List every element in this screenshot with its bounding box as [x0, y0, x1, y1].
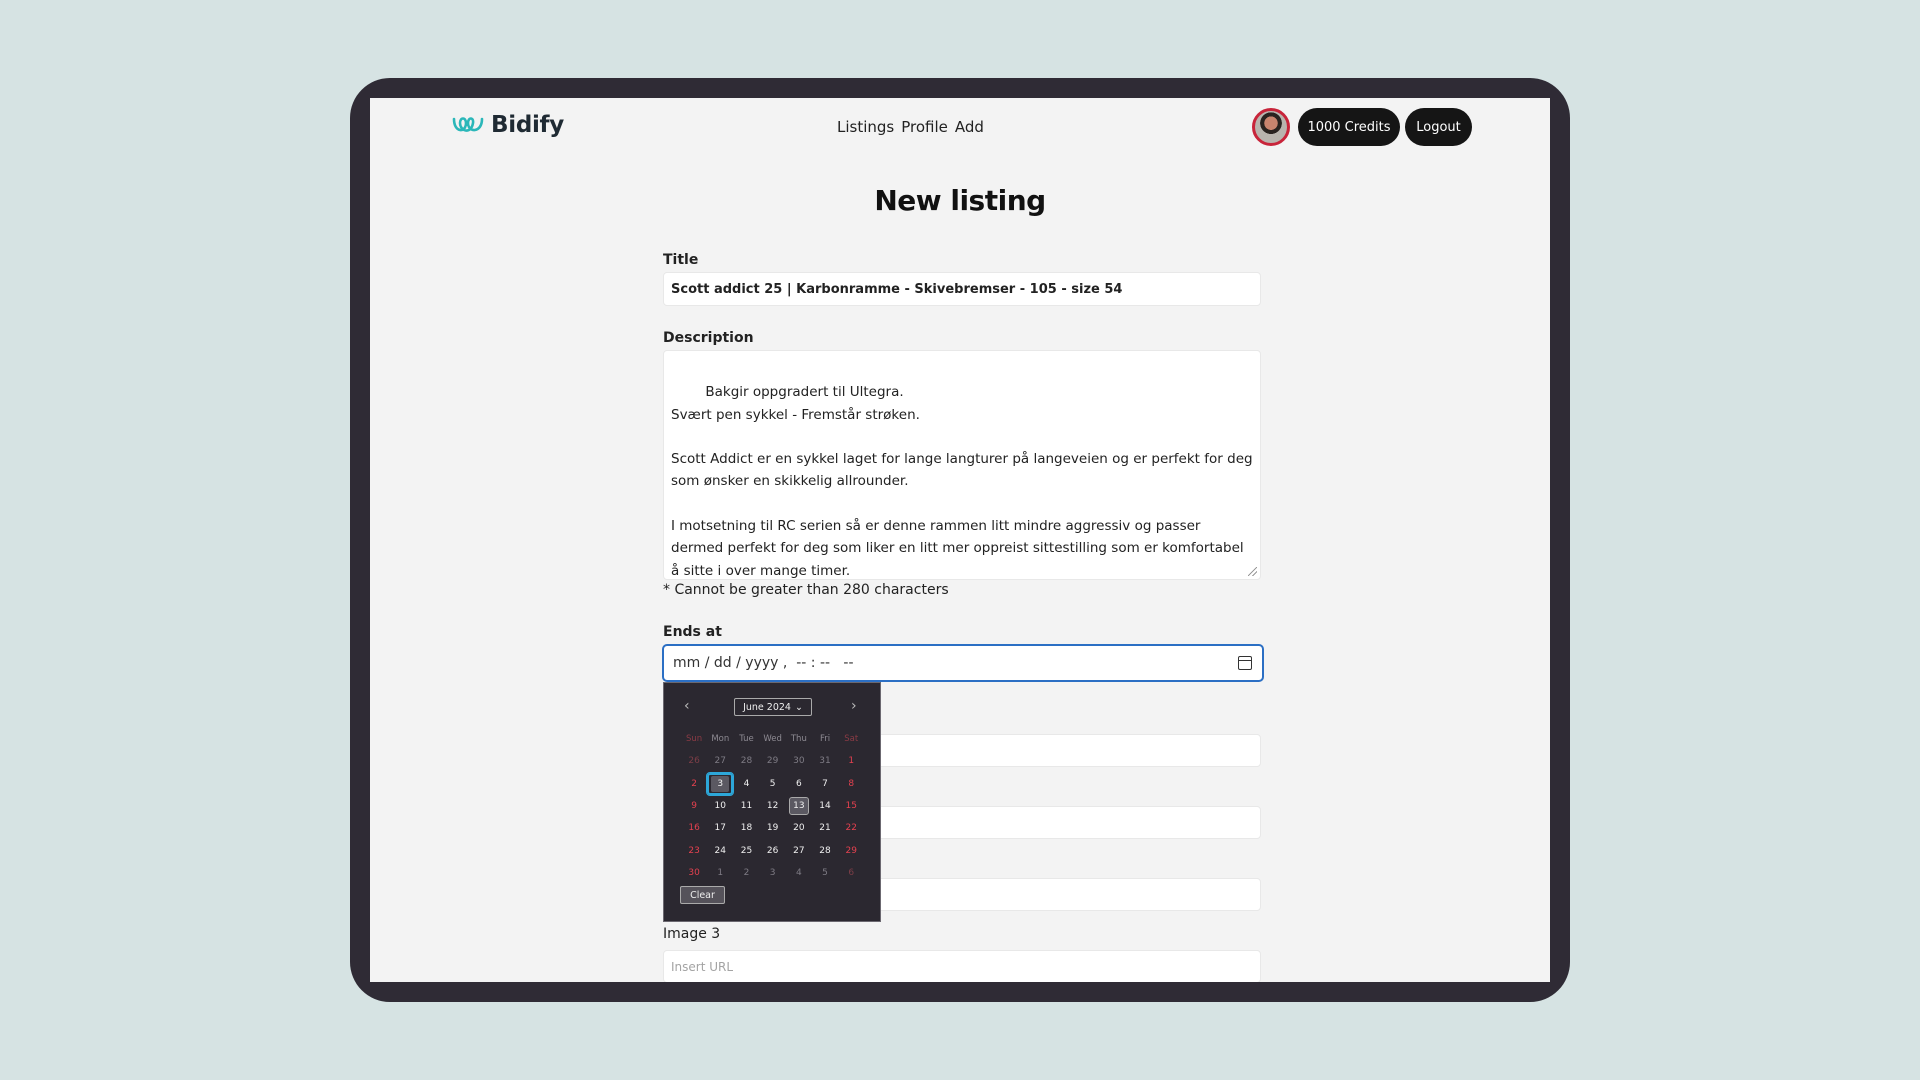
calendar-day[interactable]: 28 — [812, 839, 838, 861]
nav-profile[interactable]: Profile — [901, 118, 948, 136]
calendar-day[interactable]: 17 — [707, 817, 733, 839]
calendar-day[interactable]: 22 — [838, 817, 864, 839]
calendar-day[interactable]: 27 — [707, 750, 733, 772]
description-label: Description — [663, 330, 754, 346]
calendar-icon[interactable] — [1238, 656, 1252, 670]
ends-at-value: mm / dd / yyyy , -- : -- -- — [673, 655, 854, 671]
calendar-day[interactable]: 25 — [733, 839, 759, 861]
calendar-day[interactable]: 30 — [786, 750, 812, 772]
calendar-day[interactable]: 10 — [707, 795, 733, 817]
logout-button[interactable]: Logout — [1405, 108, 1472, 146]
calendar-day[interactable]: 31 — [812, 750, 838, 772]
brand-logo[interactable]: Bidify — [451, 112, 564, 138]
calendar-day[interactable]: 13 — [786, 795, 812, 817]
device-frame: Bidify Listings Profile Add 1000 Credits… — [350, 78, 1570, 1002]
description-textarea[interactable]: Bakgir oppgradert til Ultegra. Svært pen… — [663, 350, 1261, 580]
description-text: Bakgir oppgradert til Ultegra. Svært pen… — [671, 384, 1253, 579]
month-label: June 2024 — [743, 701, 791, 713]
calendar-day[interactable]: 29 — [838, 839, 864, 861]
calendar-day[interactable]: 29 — [760, 750, 786, 772]
calendar-day[interactable]: 4 — [786, 862, 812, 884]
weekday-header: Thu — [790, 734, 807, 745]
next-month-icon[interactable]: › — [851, 698, 857, 714]
calendar-grid: Sun Mon Tue Wed Thu Fri Sat 26 27 28 29 30 31 1 2 3 4 5 6 7… — [681, 728, 864, 884]
ends-at-input[interactable]: mm / dd / yyyy , -- : -- -- — [662, 644, 1264, 682]
chevron-down-icon: ⌄ — [794, 701, 803, 713]
calendar-day[interactable]: 6 — [786, 773, 812, 795]
weekday-header: Tue — [739, 734, 754, 745]
main-nav: Listings Profile Add — [837, 118, 984, 136]
brand-name: Bidify — [491, 112, 564, 138]
calendar-day[interactable]: 18 — [733, 817, 759, 839]
logo-icon — [452, 117, 484, 132]
title-label: Title — [663, 252, 699, 268]
calendar-day[interactable]: 20 — [786, 817, 812, 839]
weekday-header: Wed — [763, 734, 782, 745]
calendar-day[interactable]: 11 — [733, 795, 759, 817]
calendar-day[interactable]: 15 — [838, 795, 864, 817]
calendar-day[interactable]: 2 — [733, 862, 759, 884]
calendar-day[interactable]: 2 — [681, 773, 707, 795]
credits-button[interactable]: 1000 Credits — [1298, 108, 1400, 146]
calendar-day-label: 13 — [788, 797, 809, 816]
weekday-header: Sat — [844, 734, 859, 745]
nav-add[interactable]: Add — [955, 118, 984, 136]
weekday-header: Mon — [711, 734, 730, 745]
calendar-day[interactable]: 24 — [707, 839, 733, 861]
top-header: Bidify Listings Profile Add 1000 Credits… — [370, 98, 1550, 168]
browser-viewport: Bidify Listings Profile Add 1000 Credits… — [370, 98, 1550, 982]
calendar-day[interactable]: 12 — [760, 795, 786, 817]
month-select[interactable]: June 2024 ⌄ — [734, 698, 812, 716]
calendar-day-label: 3 — [711, 775, 730, 792]
image3-input[interactable]: Insert URL — [663, 950, 1261, 982]
calendar-day[interactable]: 1 — [838, 750, 864, 772]
calendar-day[interactable]: 28 — [733, 750, 759, 772]
calendar-day[interactable]: 8 — [838, 773, 864, 795]
calendar-day[interactable]: 30 — [681, 862, 707, 884]
calendar-day[interactable]: 7 — [812, 773, 838, 795]
prev-month-icon[interactable]: ‹ — [684, 698, 690, 714]
title-input[interactable]: Scott addict 25 | Karbonramme - Skivebre… — [663, 272, 1261, 306]
calendar-day[interactable]: 3 — [760, 862, 786, 884]
calendar-day[interactable]: 1 — [707, 862, 733, 884]
weekday-header: Fri — [819, 734, 831, 745]
calendar-day[interactable]: 16 — [681, 817, 707, 839]
calendar-day[interactable]: 19 — [760, 817, 786, 839]
calendar-day[interactable]: 5 — [812, 862, 838, 884]
calendar-day[interactable]: 21 — [812, 817, 838, 839]
calendar-day[interactable]: 23 — [681, 839, 707, 861]
calendar-day[interactable]: 5 — [760, 773, 786, 795]
page-title: New listing — [874, 184, 1046, 217]
description-hint: * Cannot be greater than 280 characters — [663, 582, 949, 598]
calendar-day[interactable]: 6 — [838, 862, 864, 884]
date-picker-popup: ‹ June 2024 ⌄ › Sun Mon Tue Wed Thu Fri Sat 26 2… — [663, 682, 881, 922]
calendar-day[interactable]: 14 — [812, 795, 838, 817]
ends-at-label: Ends at — [663, 624, 722, 640]
calendar-day[interactable]: 27 — [786, 839, 812, 861]
calendar-day[interactable]: 26 — [681, 750, 707, 772]
calendar-day[interactable]: 26 — [760, 839, 786, 861]
calendar-day[interactable]: 4 — [733, 773, 759, 795]
avatar[interactable] — [1252, 108, 1290, 146]
calendar-day[interactable]: 3 — [706, 771, 735, 796]
nav-listings[interactable]: Listings — [837, 118, 894, 136]
calendar-day[interactable]: 9 — [681, 795, 707, 817]
weekday-header: Sun — [686, 734, 703, 745]
resize-handle-icon[interactable] — [1248, 567, 1257, 576]
image3-label: Image 3 — [663, 926, 721, 942]
clear-button[interactable]: Clear — [680, 886, 725, 904]
